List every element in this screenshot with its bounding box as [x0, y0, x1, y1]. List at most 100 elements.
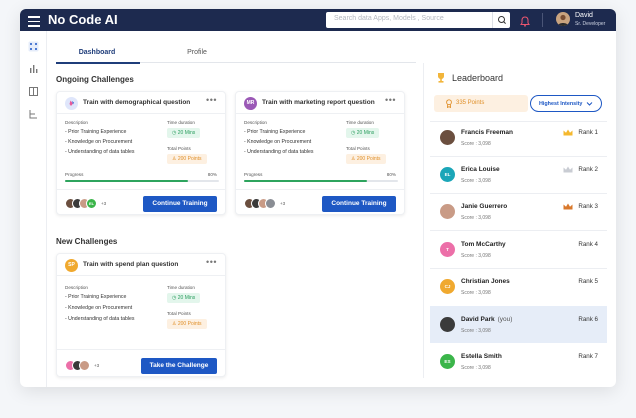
ongoing-challenges-title: Ongoing Challenges — [56, 75, 134, 84]
total-points-label: Total Points — [167, 146, 191, 151]
leaderboard-row[interactable]: Janie Guerrero Score : 3,098 Rank 3 — [430, 193, 607, 230]
leaderboard-title: Leaderboard — [452, 73, 504, 83]
leaderboard-score: Score : 3,098 — [461, 215, 491, 221]
requirement-item: - Knowledge on Procurement — [65, 139, 133, 145]
description-label: Description — [65, 120, 88, 125]
challenge-badge: SP — [65, 259, 78, 272]
leaderboard-avatar — [440, 204, 455, 219]
bar-chart-icon[interactable] — [28, 61, 39, 73]
leaderboard-row[interactable]: Francis Freeman Score : 3,098 Rank 1 — [430, 119, 607, 156]
apps-grid-icon[interactable] — [28, 39, 39, 52]
leaderboard-score: Score : 3,098 — [461, 141, 491, 147]
intensity-filter-select[interactable]: Highest Intensity — [530, 95, 602, 112]
leaderboard-row[interactable]: T Tom McCarthy Score : 3,098 Rank 4 — [430, 231, 607, 268]
progress-fill — [244, 180, 368, 182]
challenge-badge: MR — [244, 97, 257, 110]
leaderboard-name-text: Janie Guerrero — [461, 203, 508, 210]
leaderboard-row[interactable]: ES Estella Smith Score : 3,098 Rank 7 — [430, 343, 607, 380]
leaderboard-name: Christian Jones — [461, 278, 510, 285]
medal-icon — [446, 99, 452, 108]
card-divider — [57, 189, 225, 190]
total-points-value: 200 Points — [177, 321, 202, 327]
leaderboard-avatar: T — [440, 242, 455, 257]
divider — [542, 13, 543, 27]
leaderboard-rank: Rank 7 — [578, 353, 598, 360]
leaderboard-name-text: Francis Freeman — [461, 129, 514, 136]
user-name[interactable]: David — [575, 12, 593, 20]
total-points-pill: ♙ 200 Points — [167, 319, 207, 329]
app-title: No Code AI — [48, 12, 118, 27]
search-icon[interactable] — [492, 12, 510, 28]
total-points-pill: ♙ 200 Points — [167, 154, 207, 164]
progress-percent: 80% — [386, 172, 396, 177]
requirement-item: - Understanding of data tables — [65, 149, 135, 155]
requirement-item: - Prior Training Experience — [65, 294, 127, 300]
search-placeholder: Search data Apps, Models , Source — [334, 15, 444, 22]
card-divider — [57, 349, 225, 350]
take-challenge-button[interactable]: Take the Challenge — [141, 358, 217, 374]
crown-icon — [563, 203, 573, 210]
card-header: SP Train with spend plan question ••• — [57, 254, 225, 276]
leaderboard-row[interactable]: David Park (you) Score : 3,098 Rank 6 — [430, 306, 607, 343]
leaderboard-name-text: Estella Smith — [461, 353, 502, 360]
leaderboard-row[interactable]: EL Erica Louise Score : 3,098 Rank 2 — [430, 156, 607, 193]
more-participants-count: +3 — [94, 363, 100, 368]
leaderboard-score: Score : 3,098 — [461, 328, 491, 334]
menu-icon[interactable] — [28, 13, 40, 27]
requirement-item: - Understanding of data tables — [244, 149, 314, 155]
leaderboard-score: Score : 3,098 — [461, 365, 491, 371]
chevron-down-icon — [586, 102, 593, 106]
participant-avatar — [265, 198, 276, 209]
leaderboard-avatar — [440, 130, 455, 145]
time-duration-value: 20 Mins — [177, 130, 196, 136]
more-options-icon[interactable]: ••• — [206, 95, 217, 105]
leaderboard-avatar: EL — [440, 167, 455, 182]
time-duration-label: Time duration — [167, 285, 195, 290]
more-participants-count: +3 — [101, 201, 107, 206]
description-label: Description — [65, 285, 88, 290]
leaderboard-score: Score : 3,098 — [461, 178, 491, 184]
more-options-icon[interactable]: ••• — [206, 257, 217, 267]
leaderboard-row[interactable]: CJ Christian Jones Score : 3,098 Rank 5 — [430, 268, 607, 305]
crown-icon — [563, 129, 573, 136]
continue-training-button[interactable]: Continue Training — [143, 196, 217, 212]
leaderboard-score: Score : 3,098 — [461, 290, 491, 296]
leaderboard-name: Estella Smith — [461, 353, 502, 360]
hierarchy-icon[interactable] — [28, 107, 39, 119]
time-duration-pill: ◷ 20 Mins — [167, 293, 201, 303]
search-input[interactable]: Search data Apps, Models , Source — [326, 12, 510, 28]
leaderboard-name: Francis Freeman — [461, 129, 513, 136]
progress-bar — [244, 180, 398, 182]
leaderboard-name-text: Erica Louise — [461, 166, 500, 173]
leaderboard-rank: Rank 1 — [578, 129, 598, 136]
bell-icon[interactable] — [520, 14, 530, 27]
challenge-badge — [65, 97, 78, 110]
book-icon[interactable] — [28, 84, 39, 96]
leaderboard-avatar: CJ — [440, 279, 455, 294]
user-avatar[interactable] — [556, 12, 570, 26]
requirement-item: - Prior Training Experience — [244, 129, 306, 135]
more-options-icon[interactable]: ••• — [385, 95, 396, 105]
trophy-icon — [436, 71, 446, 83]
user-role: Sr. Developer — [575, 21, 606, 27]
time-duration-value: 20 Mins — [356, 130, 375, 136]
leaderboard-name-text: David Park — [461, 316, 495, 323]
points-badge: 335 Points — [434, 95, 528, 112]
top-bar: No Code AI Search data Apps, Models , So… — [20, 9, 616, 31]
description-label: Description — [244, 120, 267, 125]
challenge-card: MR Train with marketing report question … — [235, 91, 405, 215]
continue-training-button[interactable]: Continue Training — [322, 196, 396, 212]
participant-avatar: EL — [86, 198, 97, 209]
new-challenges-title: New Challenges — [56, 237, 118, 246]
challenge-title: Train with demographical question — [83, 99, 191, 106]
leaderboard-rank: Rank 3 — [578, 203, 598, 210]
tab-dashboard[interactable]: Dashboard — [56, 49, 138, 56]
leaderboard-avatar — [440, 317, 455, 332]
total-points-pill: ♙ 200 Points — [346, 154, 386, 164]
challenge-card: SP Train with spend plan question ••• De… — [56, 253, 226, 377]
leaderboard-name: Tom McCarthy — [461, 241, 506, 248]
more-participants-count: +3 — [280, 201, 286, 206]
time-duration-label: Time duration — [346, 120, 374, 125]
tab-profile[interactable]: Profile — [156, 49, 238, 56]
intensity-filter-value: Highest Intensity — [539, 100, 583, 107]
